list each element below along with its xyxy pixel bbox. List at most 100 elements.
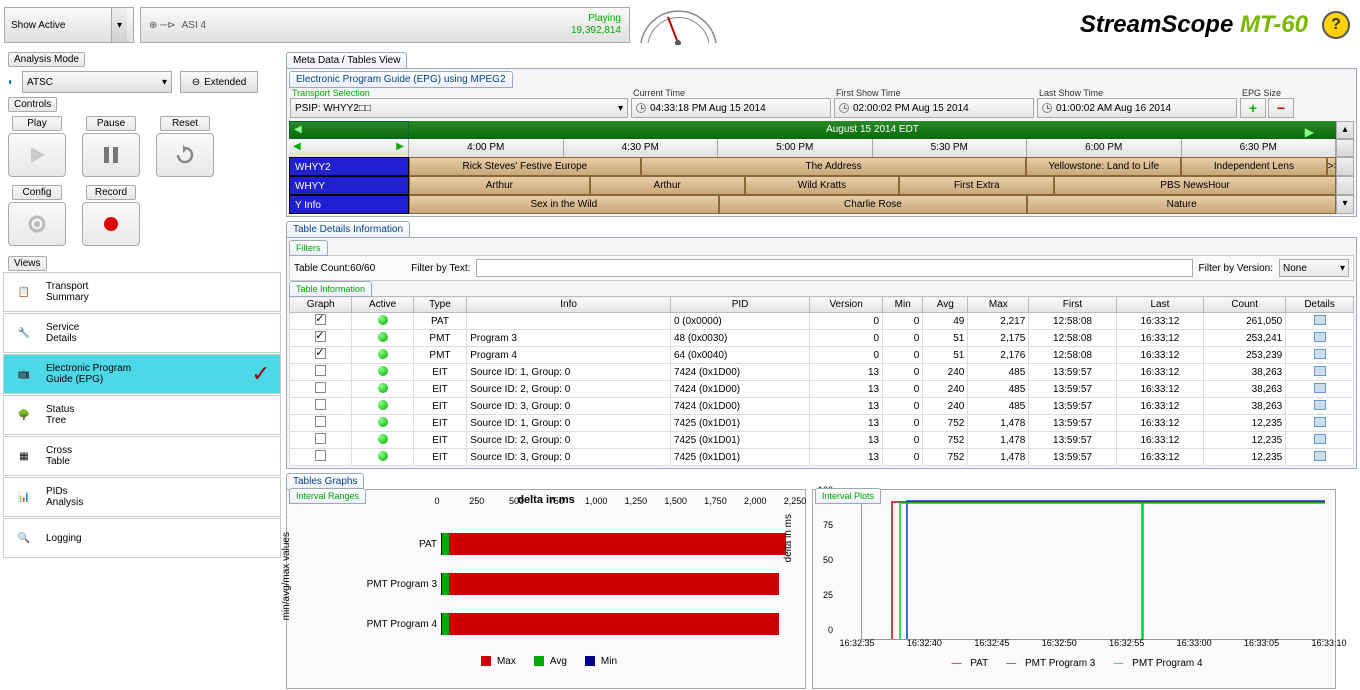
details-icon[interactable] [1314, 417, 1326, 427]
col-active[interactable]: Active [352, 297, 413, 313]
help-button[interactable]: ? [1322, 11, 1350, 39]
details-icon[interactable] [1314, 315, 1326, 325]
graph-checkbox[interactable] [315, 382, 326, 393]
col-last[interactable]: Last [1116, 297, 1203, 313]
details-icon[interactable] [1314, 383, 1326, 393]
table-row[interactable]: PMTProgram 464 (0x0040) 00512,176 12:58:… [290, 347, 1354, 364]
transport-label: Transport Selection [290, 88, 628, 98]
epg-time-header: 4:30 PM [564, 139, 719, 157]
tab-epg[interactable]: Electronic Program Guide (EPG) using MPE… [289, 71, 513, 88]
graph-checkbox[interactable] [315, 348, 326, 359]
table-row[interactable]: EITSource ID: 2, Group: 07424 (0x1D00) 1… [290, 381, 1354, 398]
epg-program[interactable]: Nature [1027, 195, 1336, 214]
epg-time-header: 6:30 PM [1182, 139, 1337, 157]
col-details[interactable]: Details [1286, 297, 1354, 313]
col-avg[interactable]: Avg [923, 297, 968, 313]
bar-track [441, 613, 791, 635]
scroll-up-icon[interactable]: ▴ [1336, 121, 1354, 139]
tab-meta[interactable]: Meta Data / Tables View [286, 52, 407, 69]
config-button[interactable] [8, 202, 66, 246]
sidebar-item-cross[interactable]: ▦CrossTable [3, 436, 281, 476]
view-icon: ▦ [10, 445, 38, 467]
epg-program[interactable]: Arthur [409, 176, 590, 195]
epg-program[interactable]: Sex in the Wild [409, 195, 719, 214]
active-icon [378, 400, 388, 410]
filter-text-input[interactable] [476, 259, 1192, 277]
col-pid[interactable]: PID [670, 297, 809, 313]
graph-checkbox[interactable] [315, 314, 326, 325]
active-icon [378, 332, 388, 342]
table-row[interactable]: EITSource ID: 1, Group: 07424 (0x1D00) 1… [290, 364, 1354, 381]
sidebar-item-transport[interactable]: 📋TransportSummary [3, 272, 281, 312]
table-row[interactable]: EITSource ID: 1, Group: 07425 (0x1D01) 1… [290, 415, 1354, 432]
graph-checkbox[interactable] [315, 331, 326, 342]
epg-times: ◀▶4:00 PM4:30 PM5:00 PM5:30 PM6:00 PM6:3… [289, 139, 1336, 157]
epg-program[interactable]: Arthur [590, 176, 745, 195]
show-active-dropdown[interactable]: Show Active ▾ [4, 7, 134, 43]
record-button[interactable] [82, 202, 140, 246]
extended-button[interactable]: ⊖Extended [180, 71, 258, 93]
interval-plots-label: Interval Plots [815, 488, 881, 504]
epg-channel[interactable]: WHYY [289, 176, 409, 195]
standard-select[interactable]: ATSC▾ [22, 71, 172, 93]
details-icon[interactable] [1314, 349, 1326, 359]
epg-program[interactable]: The Address [641, 157, 1027, 176]
graph-checkbox[interactable] [315, 365, 326, 376]
epg-program[interactable]: Independent Lens [1181, 157, 1327, 176]
epg-program[interactable]: >> [1327, 157, 1336, 176]
epg-size-plus[interactable]: + [1240, 98, 1266, 118]
filter-version-select[interactable]: None▾ [1279, 259, 1349, 277]
details-icon[interactable] [1314, 366, 1326, 376]
table-row[interactable]: PMTProgram 348 (0x0030) 00512,175 12:58:… [290, 330, 1354, 347]
epg-channel[interactable]: Y Info [289, 195, 409, 214]
line-chart [861, 500, 1325, 640]
graph-checkbox[interactable] [315, 450, 326, 461]
transport-select[interactable]: PSIP: WHYY2□□▾ [290, 98, 628, 118]
table-row[interactable]: PAT0 (0x0000) 00492,217 12:58:0816:33:12… [290, 313, 1354, 330]
sidebar-item-service[interactable]: 🔧ServiceDetails [3, 313, 281, 353]
sidebar-item-status[interactable]: 🌳StatusTree [3, 395, 281, 435]
col-count[interactable]: Count [1204, 297, 1286, 313]
epg-program[interactable]: First Extra [899, 176, 1054, 195]
arrow-right-icon[interactable]: ▶ [1305, 123, 1314, 141]
epg-channel[interactable]: WHYY2 [289, 157, 409, 176]
epg-program[interactable]: Charlie Rose [719, 195, 1028, 214]
view-icon: 🔍 [10, 527, 38, 549]
col-graph[interactable]: Graph [290, 297, 352, 313]
table-row[interactable]: EITSource ID: 2, Group: 07425 (0x1D01) 1… [290, 432, 1354, 449]
epg-program[interactable]: Wild Kratts [745, 176, 900, 195]
chevron-down-icon: ▾ [618, 103, 623, 114]
graph-checkbox[interactable] [315, 399, 326, 410]
epg-program[interactable]: Yellowstone: Land to Life [1026, 157, 1181, 176]
play-button[interactable] [8, 133, 66, 177]
details-icon[interactable] [1314, 451, 1326, 461]
table-row[interactable]: EITSource ID: 3, Group: 07425 (0x1D01) 1… [290, 449, 1354, 466]
stream-status: Playing [571, 13, 621, 25]
col-min[interactable]: Min [883, 297, 923, 313]
epg-program[interactable]: Rick Steves' Festive Europe [409, 157, 641, 176]
record-label: Record [86, 185, 136, 200]
graph-checkbox[interactable] [315, 433, 326, 444]
details-icon[interactable] [1314, 434, 1326, 444]
col-info[interactable]: Info [467, 297, 671, 313]
table-row[interactable]: EITSource ID: 3, Group: 07424 (0x1D00) 1… [290, 398, 1354, 415]
reset-button[interactable] [156, 133, 214, 177]
col-max[interactable]: Max [968, 297, 1029, 313]
sidebar-item-pids[interactable]: 📊PIDsAnalysis [3, 477, 281, 517]
sidebar-item-logging[interactable]: 🔍Logging [3, 518, 281, 558]
last-time: 01:00:02 AM Aug 16 2014 [1037, 98, 1237, 118]
col-version[interactable]: Version [810, 297, 883, 313]
top-bar: Show Active ▾ ⊕ ─⊳ ASI 4 Playing 19,392,… [0, 0, 1360, 50]
view-icon: 🌳 [10, 404, 38, 426]
graph-checkbox[interactable] [315, 416, 326, 427]
data-table: GraphActiveTypeInfoPIDVersionMinAvgMaxFi… [289, 296, 1354, 466]
epg-program[interactable]: PBS NewsHour [1054, 176, 1336, 195]
pause-button[interactable] [82, 133, 140, 177]
col-type[interactable]: Type [413, 297, 466, 313]
details-icon[interactable] [1314, 400, 1326, 410]
col-first[interactable]: First [1029, 297, 1116, 313]
sidebar-item-electronic-program[interactable]: 📺Electronic ProgramGuide (EPG)✓ [3, 354, 281, 394]
epg-size-minus[interactable]: − [1268, 98, 1294, 118]
stream-display[interactable]: ⊕ ─⊳ ASI 4 Playing 19,392,814 [140, 7, 630, 43]
details-icon[interactable] [1314, 332, 1326, 342]
